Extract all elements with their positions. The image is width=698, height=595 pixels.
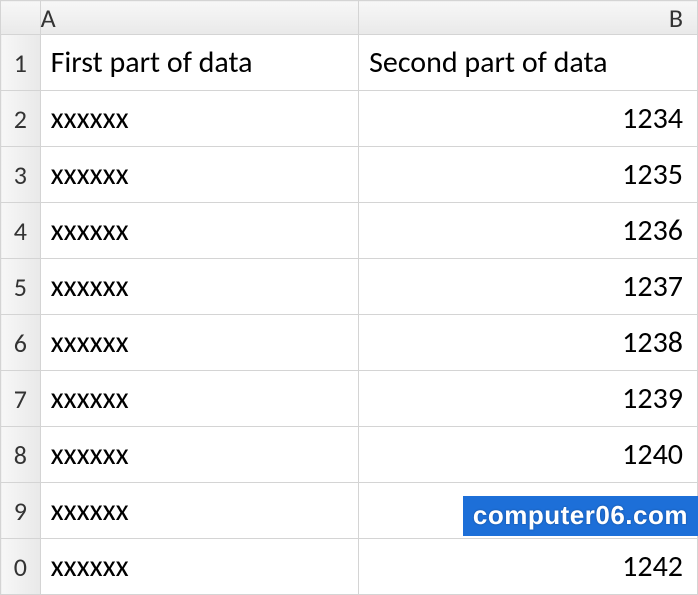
row-header-6[interactable]: 6 — [1, 315, 41, 371]
cell-b10[interactable]: 1242 — [359, 539, 698, 595]
row-header-8[interactable]: 8 — [1, 427, 41, 483]
cell-a3[interactable]: xxxxxx — [40, 147, 359, 203]
watermark-label: computer06.com — [463, 496, 698, 536]
cell-a4[interactable]: xxxxxx — [40, 203, 359, 259]
cell-a8[interactable]: xxxxxx — [40, 427, 359, 483]
row-header-1[interactable]: 1 — [1, 35, 41, 91]
row-header-10[interactable]: 0 — [1, 539, 41, 595]
cell-a2[interactable]: xxxxxx — [40, 91, 359, 147]
cell-b4[interactable]: 1236 — [359, 203, 698, 259]
row-header-4[interactable]: 4 — [1, 203, 41, 259]
cell-b7[interactable]: 1239 — [359, 371, 698, 427]
cell-a9[interactable]: xxxxxx — [40, 483, 359, 539]
cell-b6[interactable]: 1238 — [359, 315, 698, 371]
cell-a10[interactable]: xxxxxx — [40, 539, 359, 595]
column-header-a[interactable]: A — [40, 1, 359, 35]
cell-b5[interactable]: 1237 — [359, 259, 698, 315]
row-header-7[interactable]: 7 — [1, 371, 41, 427]
cell-b3[interactable]: 1235 — [359, 147, 698, 203]
column-header-b[interactable]: B — [359, 1, 698, 35]
select-all-corner[interactable] — [1, 1, 41, 35]
cell-b8[interactable]: 1240 — [359, 427, 698, 483]
row-header-3[interactable]: 3 — [1, 147, 41, 203]
cell-a5[interactable]: xxxxxx — [40, 259, 359, 315]
row-header-5[interactable]: 5 — [1, 259, 41, 315]
cell-a7[interactable]: xxxxxx — [40, 371, 359, 427]
cell-b2[interactable]: 1234 — [359, 91, 698, 147]
row-header-2[interactable]: 2 — [1, 91, 41, 147]
cell-b1[interactable]: Second part of data — [359, 35, 698, 91]
row-header-9[interactable]: 9 — [1, 483, 41, 539]
cell-a1[interactable]: First part of data — [40, 35, 359, 91]
cell-a6[interactable]: xxxxxx — [40, 315, 359, 371]
